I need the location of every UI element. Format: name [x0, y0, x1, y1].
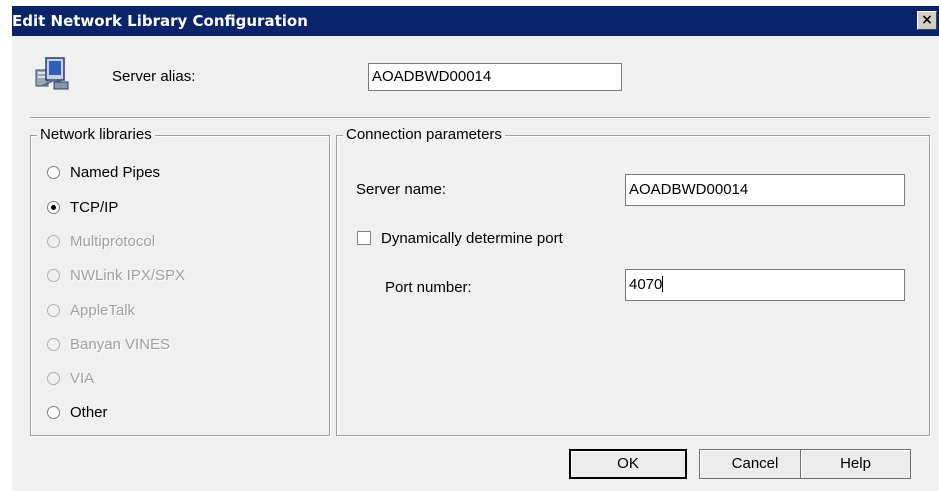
text-caret: [662, 276, 664, 292]
radio-label: TCP/IP: [70, 199, 119, 216]
network-libraries-legend: Network libraries: [37, 126, 155, 143]
server-alias-label: Server alias:: [112, 68, 196, 85]
radio-button-disabled: [47, 269, 60, 282]
radio-label: Other: [70, 404, 108, 421]
port-number-input[interactable]: 4070: [625, 269, 905, 301]
radio-label: Named Pipes: [70, 164, 161, 181]
server-name-label: Server name:: [356, 181, 447, 198]
close-icon: ×: [921, 12, 933, 28]
radio-button-selected[interactable]: [47, 201, 60, 214]
connection-parameters-legend: Connection parameters: [343, 126, 505, 143]
radio-label: Banyan VINES: [70, 336, 171, 353]
header-separator: [30, 117, 930, 119]
radio-button[interactable]: [47, 406, 60, 419]
server-name-input[interactable]: AOADBWD00014: [625, 174, 905, 206]
network-config-icon: [35, 57, 69, 90]
radio-button[interactable]: [47, 166, 60, 179]
port-number-value: 4070: [629, 276, 663, 293]
radio-button-disabled: [47, 235, 60, 248]
connection-parameters-group: Connection parameters Server name: AOADB…: [336, 126, 930, 436]
help-button[interactable]: Help: [800, 449, 911, 479]
radio-label: VIA: [70, 370, 95, 387]
dynamic-port-checkbox[interactable]: [357, 231, 371, 245]
radio-button-disabled: [47, 304, 60, 317]
window-title: Edit Network Library Configuration: [12, 12, 308, 30]
radio-label: Multiprotocol: [70, 233, 156, 250]
radio-label: NWLink IPX/SPX: [70, 267, 186, 284]
cancel-button[interactable]: Cancel: [699, 449, 811, 479]
port-number-label: Port number:: [385, 279, 472, 296]
radio-button-disabled: [47, 338, 60, 351]
title-bar[interactable]: Edit Network Library Configuration ×: [12, 6, 939, 36]
dialog-window: Edit Network Library Configuration × Ser…: [12, 6, 939, 491]
ok-button[interactable]: OK: [569, 449, 687, 479]
radio-button-disabled: [47, 372, 60, 385]
network-libraries-group: Network libraries Named Pipes TCP/IP Mul…: [30, 126, 330, 436]
dynamic-port-label[interactable]: Dynamically determine port: [381, 230, 563, 247]
server-alias-input[interactable]: AOADBWD00014: [368, 63, 622, 91]
close-button[interactable]: ×: [917, 11, 937, 30]
radio-label: AppleTalk: [70, 302, 136, 319]
